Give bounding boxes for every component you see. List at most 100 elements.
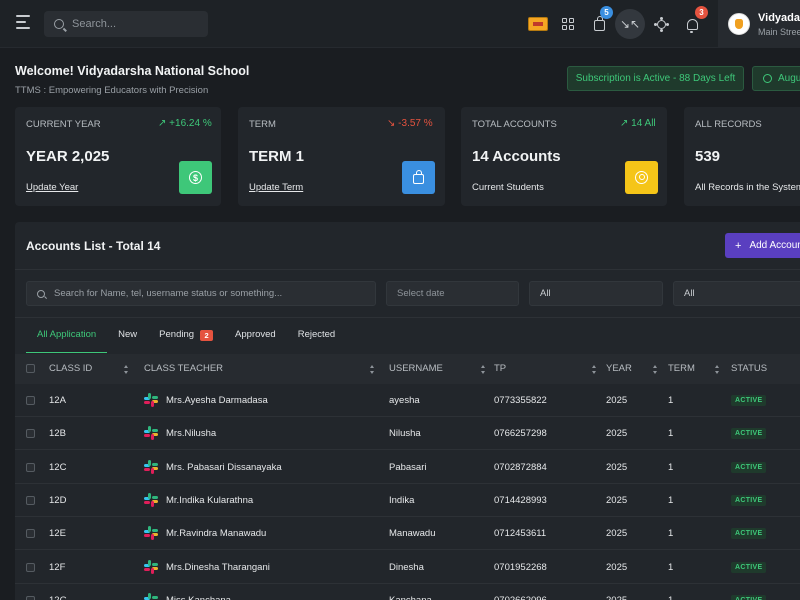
column-year[interactable]: YEAR (606, 354, 632, 384)
column-tp[interactable]: TP (494, 354, 506, 384)
slack-icon (144, 393, 158, 407)
column-status[interactable]: STATUS (731, 354, 767, 384)
table-row[interactable]: 12F Mrs.Dinesha Tharangani Dinesha 07019522… (15, 551, 800, 584)
tab-approved[interactable]: Approved (224, 322, 287, 353)
table-header: CLASS ID CLASS TEACHER USERNAME TP YEAR … (15, 354, 800, 384)
tab-pending-label: Pending (159, 329, 195, 340)
cart-badge: 5 (600, 6, 613, 19)
cell-username: Dinesha (389, 561, 424, 573)
card-value: 539 (695, 148, 721, 165)
row-checkbox[interactable] (26, 529, 35, 539)
language-flag-icon[interactable] (526, 12, 550, 36)
filter-select-2[interactable]: All (673, 281, 800, 306)
select-all-checkbox[interactable] (26, 364, 35, 373)
date-button-label: August (778, 73, 800, 84)
row-checkbox[interactable] (26, 462, 35, 472)
table-row[interactable]: 12G Miss.Kanchana Kanchana 0702662096 2025 1 A… (15, 584, 800, 600)
update-year-link[interactable]: Update Year (26, 182, 78, 193)
card-current-year: CURRENT YEAR ↗ +16.24 % YEAR 2,025 Updat… (15, 107, 221, 206)
fullscreen-toggle-icon[interactable]: ↘↖ (615, 9, 645, 39)
date-picker[interactable]: Select date (386, 281, 519, 306)
shopping-bag-icon (402, 161, 435, 194)
cell-year: 2025 (606, 561, 628, 573)
cart-button[interactable]: 5 (587, 6, 613, 36)
add-account-button[interactable]: + Add Account (725, 233, 800, 258)
accounts-search[interactable] (26, 281, 376, 306)
row-checkbox[interactable] (26, 396, 35, 405)
table-row[interactable]: 12E Mr.Ravindra Manawadu Manawadu 071245361… (15, 517, 800, 551)
subscription-status-button[interactable]: Subscription is Active - 88 Days Left (567, 66, 744, 91)
cell-username: ayesha (389, 395, 420, 406)
row-checkbox[interactable] (26, 562, 35, 572)
tab-new[interactable]: New (107, 322, 148, 353)
card-all-records: ALL RECORDS 539 All Records in the Syste… (684, 107, 800, 206)
accounts-search-input[interactable] (54, 288, 364, 299)
slack-icon (144, 492, 158, 507)
theme-toggle-sun-icon[interactable] (649, 12, 673, 36)
row-checkbox[interactable] (26, 595, 35, 600)
cell-year: 2025 (606, 461, 628, 473)
update-term-link[interactable]: Update Term (249, 182, 303, 193)
cell-term: 1 (668, 461, 674, 473)
cell-username: Kanchana (389, 584, 432, 600)
status-badge: ACTIVE (731, 428, 767, 440)
cell-class-id: 12B (49, 428, 66, 440)
row-checkbox[interactable] (26, 429, 35, 439)
sort-icon[interactable] (592, 365, 597, 374)
global-search[interactable] (44, 11, 208, 37)
slack-icon (144, 592, 158, 600)
date-button[interactable]: August (752, 66, 800, 91)
row-checkbox[interactable] (26, 495, 35, 505)
profile-menu[interactable]: Vidyadarsha Main Street (718, 0, 800, 48)
cell-username: Pabasari (389, 461, 427, 473)
card-term: TERM ↘ -3.57 % TERM 1 Update Term (238, 107, 445, 206)
tab-pending[interactable]: Pending 2 (148, 322, 224, 353)
card-value: 14 Accounts (472, 148, 561, 165)
notification-badge: 3 (695, 6, 708, 19)
column-username[interactable]: USERNAME (389, 354, 443, 384)
global-search-input[interactable] (72, 18, 202, 30)
cell-year: 2025 (606, 494, 628, 506)
avatar (728, 13, 750, 35)
table-row[interactable]: 12D Mr.Indika Kularathna Indika 0714428993 2… (15, 484, 800, 517)
table-row[interactable]: 12A Mrs.Ayesha Darmadasa ayesha 0773355822 2… (15, 384, 800, 417)
status-badge: ACTIVE (731, 395, 767, 406)
cell-tp: 0773355822 (494, 395, 547, 406)
cell-username: Manawadu (389, 528, 436, 540)
sort-icon[interactable] (653, 365, 658, 374)
cell-class-teacher: Mr.Indika Kularathna (166, 494, 254, 506)
card-label: TERM (249, 119, 276, 130)
menu-icon[interactable] (16, 15, 34, 31)
top-bar: 5 ↘↖ 3 Vidyadarsha Main Street (0, 0, 800, 48)
sort-icon[interactable] (124, 365, 129, 374)
sort-icon[interactable] (370, 365, 375, 374)
cell-tp: 0766257298 (494, 428, 547, 440)
filter-select-1[interactable]: All (529, 281, 663, 306)
accounts-title: Accounts List - Total 14 (26, 239, 161, 253)
shopping-bag-icon (593, 16, 605, 31)
sort-icon[interactable] (715, 365, 720, 374)
notifications-button[interactable]: 3 (680, 6, 708, 36)
apps-grid-icon[interactable] (556, 12, 580, 36)
table-row[interactable]: 12C Mrs. Pabasari Dissanayaka Pabasari 0702… (15, 451, 800, 484)
tab-all-application[interactable]: All Application (26, 322, 108, 353)
card-sub: Current Students (472, 182, 544, 193)
card-change: ↘ -3.57 % (387, 118, 433, 129)
card-label: CURRENT YEAR (26, 119, 101, 130)
cell-class-teacher: Mrs.Ayesha Darmadasa (166, 395, 268, 406)
cell-class-teacher: Mr.Ravindra Manawadu (166, 528, 267, 540)
table-row[interactable]: 12B Mrs.Nilusha Nilusha 0766257298 2025 1 ACTI… (15, 417, 800, 451)
trend-up-icon: ↗ (620, 118, 629, 129)
column-class-teacher[interactable]: CLASS TEACHER (144, 354, 223, 384)
column-term[interactable]: TERM (668, 354, 695, 384)
sort-icon[interactable] (481, 365, 486, 374)
cell-year: 2025 (606, 528, 628, 540)
cell-class-teacher: Mrs. Pabasari Dissanayaka (166, 461, 282, 473)
card-sub: All Records in the System (695, 182, 800, 193)
divider (15, 317, 800, 318)
clock-icon (763, 74, 772, 83)
search-icon (54, 19, 64, 29)
page-title: Welcome! Vidyadarsha National School (15, 64, 250, 78)
tab-rejected[interactable]: Rejected (287, 322, 347, 353)
column-class-id[interactable]: CLASS ID (49, 354, 92, 384)
